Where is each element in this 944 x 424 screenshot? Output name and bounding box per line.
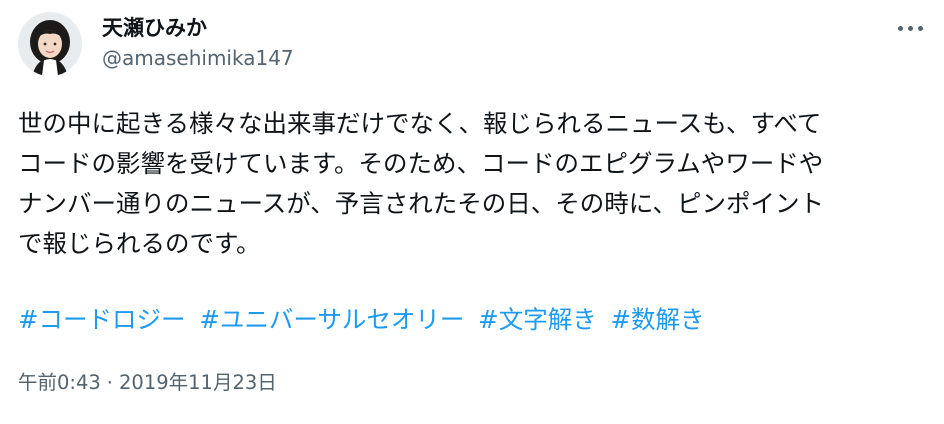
tweet-text: 世の中に起きる様々な出来事だけでなく、報じられるニュースも、すべて コードの影響… [18, 104, 926, 264]
tweet-card: 天瀬ひみか @amasehimika147 世の中に起きる様々な出来事だけでなく… [0, 0, 944, 424]
tweet-date: 2019年11月23日 [119, 371, 277, 394]
more-horizontal-icon [907, 25, 913, 31]
meta-separator: · [106, 371, 113, 394]
hashtag-link[interactable]: #文字解き [478, 305, 597, 334]
hashtag-list: #コードロジー #ユニバーサルセオリー #文字解き #数解き [18, 300, 926, 340]
author-avatar[interactable] [18, 12, 82, 76]
author-display-name[interactable]: 天瀬ひみか [102, 14, 294, 42]
author-info: 天瀬ひみか @amasehimika147 [102, 14, 294, 72]
tweet-text-line: 世の中に起きる様々な出来事だけでなく、報じられるニュースも、すべて [18, 109, 822, 138]
tweet-timestamp[interactable]: 午前0:43 · 2019年11月23日 [18, 368, 277, 398]
tweet-text-line: ナンバー通りのニュースが、予言されたその日、その時に、ピンポイント [18, 189, 825, 218]
author-handle[interactable]: @amasehimika147 [102, 44, 294, 72]
more-horizontal-icon [897, 25, 903, 31]
hashtag-link[interactable]: #数解き [611, 305, 705, 334]
user-avatar-photo-icon [18, 12, 82, 76]
hashtag-link[interactable]: #ユニバーサルセオリー [199, 305, 464, 334]
more-options-button[interactable] [892, 14, 928, 42]
tweet-text-line: コードの影響を受けています。そのため、コードのエピグラムやワードや [18, 149, 824, 178]
hashtag-link[interactable]: #コードロジー [18, 305, 186, 334]
tweet-text-line: で報じられるのです。 [18, 229, 261, 258]
more-horizontal-icon [917, 25, 923, 31]
tweet-time: 午前0:43 [18, 371, 101, 394]
